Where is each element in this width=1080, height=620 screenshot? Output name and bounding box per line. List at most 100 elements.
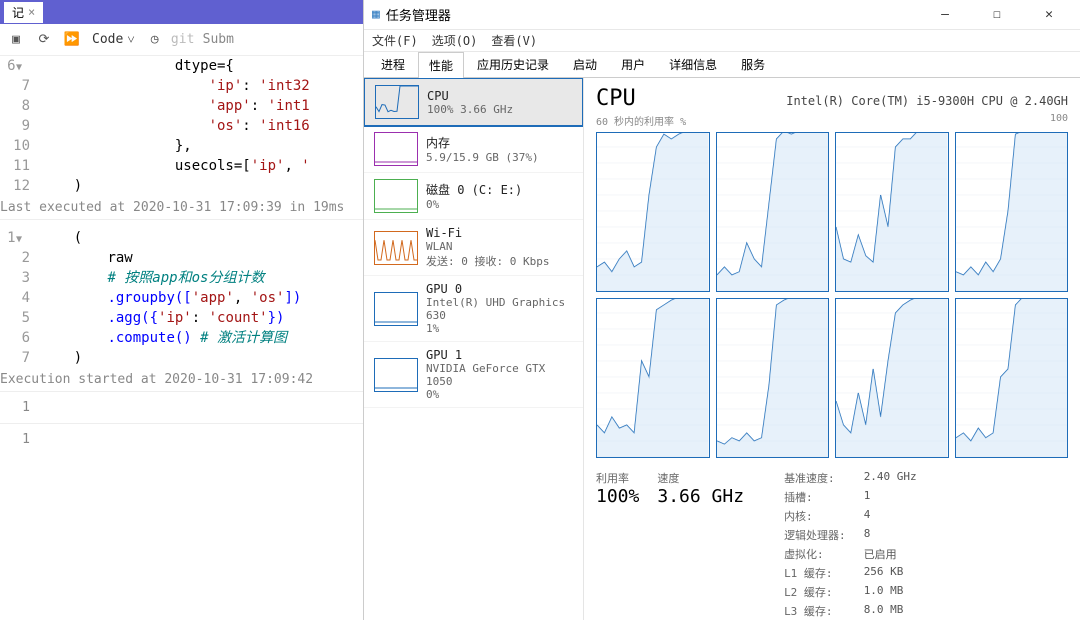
tab-详细信息[interactable]: 详细信息 — [658, 51, 728, 77]
tab-应用历史记录[interactable]: 应用历史记录 — [466, 51, 560, 77]
editor-tabbar: 记× — [0, 0, 363, 24]
performance-main: CPU Intel(R) Core(TM) i5-9300H CPU @ 2.4… — [584, 78, 1080, 620]
sidebar-item-GPU 1[interactable]: GPU 1NVIDIA GeForce GTX 10500% — [364, 342, 583, 408]
maximize-button[interactable]: ☐ — [974, 0, 1020, 30]
code-cell-2[interactable]: 1 ▼234567 ( raw # 按照app和os分组计数 .groupby(… — [0, 228, 363, 368]
spec-key: 内核: — [784, 508, 846, 524]
chart-sublabel-left: 60 秒内的利用率 % — [596, 113, 686, 128]
metric-sub: 0% — [426, 198, 522, 211]
spec-key: L1 缓存: — [784, 565, 846, 581]
tab-strip: 进程性能应用历史记录启动用户详细信息服务 — [364, 52, 1080, 78]
tab-性能[interactable]: 性能 — [418, 52, 464, 78]
spec-value: 4 — [864, 508, 917, 524]
metric-sub: NVIDIA GeForce GTX 1050 — [426, 362, 573, 388]
sidebar-item-GPU 0[interactable]: GPU 0Intel(R) UHD Graphics 6301% — [364, 276, 583, 342]
performance-sidebar: CPU100% 3.66 GHz内存5.9/15.9 GB (37%)磁盘 0 … — [364, 78, 584, 620]
spec-key: L3 缓存: — [784, 603, 846, 619]
clock-icon[interactable]: ◷ — [147, 32, 163, 48]
spec-value: 已启用 — [864, 546, 917, 562]
mini-graph — [374, 179, 418, 213]
refresh-icon[interactable]: ⟳ — [36, 32, 52, 48]
chart-sublabel-right: 100 — [1050, 113, 1068, 128]
run-fast-icon[interactable]: ⏩ — [64, 32, 80, 48]
spec-value: 2.40 GHz — [864, 470, 917, 486]
spec-value: 8 — [864, 527, 917, 543]
metric-sub2: 发送: 0 接收: 0 Kbps — [426, 253, 549, 269]
cpu-core-graph — [596, 298, 710, 458]
out-prompt: 1 — [0, 400, 40, 415]
editor-tab[interactable]: 记× — [4, 2, 43, 23]
cpu-core-graph — [716, 132, 830, 292]
metric-name: CPU — [427, 89, 513, 103]
mini-graph — [374, 358, 418, 392]
spec-value: 8.0 MB — [864, 603, 917, 619]
metric-sub2: 0% — [426, 388, 573, 401]
sidebar-item-CPU[interactable]: CPU100% 3.66 GHz — [364, 78, 583, 126]
spec-value: 1.0 MB — [864, 584, 917, 600]
metric-name: 内存 — [426, 134, 539, 151]
out-prompt: 1 — [0, 432, 40, 447]
submit-button[interactable]: Subm — [203, 32, 234, 47]
mini-graph — [374, 231, 418, 265]
close-icon[interactable]: × — [28, 5, 35, 19]
sidebar-item-Wi-Fi[interactable]: Wi-FiWLAN发送: 0 接收: 0 Kbps — [364, 220, 583, 276]
cell-type-select[interactable]: Code ˅ — [92, 32, 135, 48]
tab-启动[interactable]: 启动 — [562, 51, 608, 77]
cpu-per-core-grid — [596, 132, 1068, 458]
output-cell-1: 1 — [0, 392, 363, 423]
metric-sub2: 1% — [426, 322, 573, 335]
metric-name: 磁盘 0 (C: E:) — [426, 181, 522, 198]
cpu-core-graph — [955, 132, 1069, 292]
output-cell-2: 1 — [0, 424, 363, 455]
menubar: 文件(F) 选项(O) 查看(V) — [364, 30, 1080, 52]
editor-toolbar: ▣ ⟳ ⏩ Code ˅ ◷ git Subm — [0, 24, 363, 56]
stat-利用率: 利用率100% — [596, 470, 639, 619]
menu-item[interactable]: 文件(F) — [372, 32, 418, 49]
metric-name: GPU 0 — [426, 282, 573, 296]
code-cell-1[interactable]: 6 ▼789101112 dtype={ 'ip': 'int32 'app':… — [0, 56, 363, 196]
metric-sub: 5.9/15.9 GB (37%) — [426, 151, 539, 164]
cpu-specs: 基准速度:2.40 GHz插槽:1内核:4逻辑处理器:8虚拟化:已启用L1 缓存… — [784, 470, 917, 619]
cpu-model: Intel(R) Core(TM) i5-9300H CPU @ 2.40GH — [786, 94, 1068, 108]
exec-status-1: Last executed at 2020-10-31 17:09:39 in … — [0, 196, 363, 220]
menu-item[interactable]: 查看(V) — [491, 32, 537, 49]
task-manager-window: ▦ 任务管理器 — ☐ ✕ 文件(F) 选项(O) 查看(V) 进程性能应用历史记录… — [363, 0, 1080, 620]
tab-服务[interactable]: 服务 — [730, 51, 776, 77]
mini-graph — [375, 85, 419, 119]
cell-type-label: Code — [92, 32, 123, 47]
spec-key: 虚拟化: — [784, 546, 846, 562]
mini-graph — [374, 292, 418, 326]
chevron-down-icon: ˅ — [127, 32, 134, 48]
spec-key: L2 缓存: — [784, 584, 846, 600]
menu-item[interactable]: 选项(O) — [432, 32, 478, 49]
spec-key: 基准速度: — [784, 470, 846, 486]
metric-title: CPU — [596, 86, 636, 111]
metric-sub: WLAN — [426, 240, 549, 253]
cpu-core-graph — [955, 298, 1069, 458]
jupyter-editor-pane: 记× ▣ ⟳ ⏩ Code ˅ ◷ git Subm 6 ▼789101112 … — [0, 0, 363, 620]
tab-label: 记 — [12, 4, 24, 21]
tab-进程[interactable]: 进程 — [370, 51, 416, 77]
close-button[interactable]: ✕ — [1026, 0, 1072, 30]
mini-graph — [374, 132, 418, 166]
sidebar-item-磁盘 0 (C: E:)[interactable]: 磁盘 0 (C: E:)0% — [364, 173, 583, 220]
cpu-core-graph — [835, 132, 949, 292]
spec-value: 256 KB — [864, 565, 917, 581]
metric-sub: 100% 3.66 GHz — [427, 103, 513, 116]
exec-status-2: Execution started at 2020-10-31 17:09:42 — [0, 368, 363, 392]
cpu-core-graph — [835, 298, 949, 458]
tab-用户[interactable]: 用户 — [610, 51, 656, 77]
minimize-button[interactable]: — — [922, 0, 968, 30]
app-icon: ▦ — [372, 7, 380, 22]
metric-sub: Intel(R) UHD Graphics 630 — [426, 296, 573, 322]
cpu-core-graph — [716, 298, 830, 458]
metric-name: GPU 1 — [426, 348, 573, 362]
cpu-core-graph — [596, 132, 710, 292]
sidebar-item-内存[interactable]: 内存5.9/15.9 GB (37%) — [364, 126, 583, 173]
titlebar[interactable]: ▦ 任务管理器 — ☐ ✕ — [364, 0, 1080, 30]
spec-key: 逻辑处理器: — [784, 527, 846, 543]
stat-速度: 速度3.66 GHz — [657, 470, 744, 619]
save-icon[interactable]: ▣ — [8, 32, 24, 48]
git-label[interactable]: git — [175, 32, 191, 48]
spec-key: 插槽: — [784, 489, 846, 505]
